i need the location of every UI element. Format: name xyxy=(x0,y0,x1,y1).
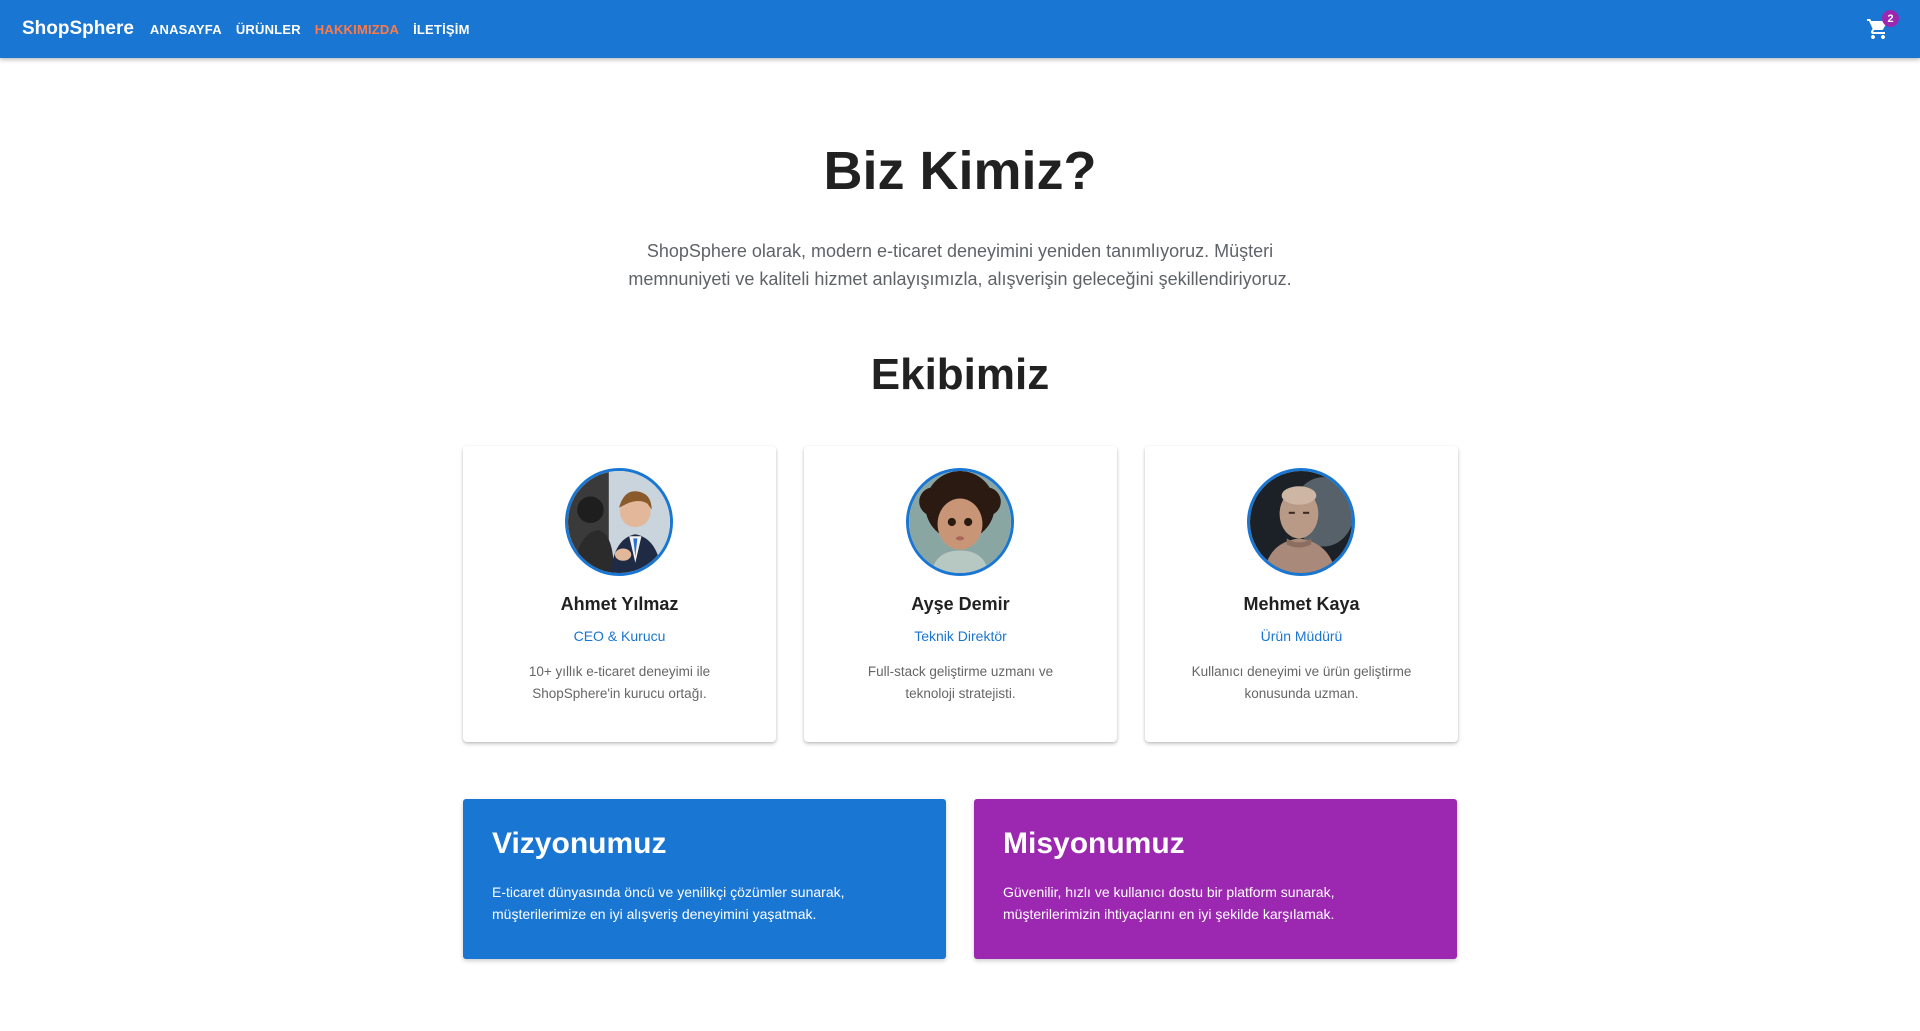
cart-button[interactable]: 2 xyxy=(1866,10,1899,41)
member-name: Ahmet Yılmaz xyxy=(560,594,679,614)
avatar xyxy=(565,468,673,576)
nav-home[interactable]: ANASAYFA xyxy=(150,22,222,37)
avatar xyxy=(1247,468,1355,576)
member-bio: Kullanıcı deneyimi ve ürün geliştirme ko… xyxy=(1191,664,1412,701)
vision-card: Vizyonumuz E-ticaret dünyasında öncü ve … xyxy=(463,799,946,959)
nav-about[interactable]: HAKKIMIZDA xyxy=(315,22,399,37)
member-role: Teknik Direktör xyxy=(914,628,1007,644)
page-description: ShopSphere olarak, modern e-ticaret dene… xyxy=(628,241,1292,289)
vision-title: Vizyonumuz xyxy=(492,827,667,860)
member-name: Ayşe Demir xyxy=(911,594,1010,614)
avatar xyxy=(906,468,1014,576)
brand-logo[interactable]: ShopSphere xyxy=(22,18,134,40)
mission-card: Misyonumuz Güvenilir, hızlı ve kullanıcı… xyxy=(974,799,1457,959)
member-bio: Full-stack geliştirme uzmanı ve teknoloj… xyxy=(867,664,1054,701)
member-role: CEO & Kurucu xyxy=(573,628,666,644)
member-role: Ürün Müdürü xyxy=(1260,628,1343,644)
team-card-ayse: Ayşe Demir Teknik Direktör Full-stack ge… xyxy=(804,446,1117,742)
vision-text: E-ticaret dünyasında öncü ve yenilikçi ç… xyxy=(492,884,845,922)
nav-products[interactable]: ÜRÜNLER xyxy=(236,22,301,37)
member-bio: 10+ yıllık e-ticaret deneyimi ile ShopSp… xyxy=(528,664,711,701)
page-title: Biz Kimiz? xyxy=(823,141,1097,201)
mission-text: Güvenilir, hızlı ve kullanıcı dostu bir … xyxy=(1003,884,1335,922)
cart-count-badge: 2 xyxy=(1882,10,1899,27)
nav-contact[interactable]: İLETİŞİM xyxy=(413,22,470,37)
team-card-ahmet: Ahmet Yılmaz CEO & Kurucu 10+ yıllık e-t… xyxy=(463,446,776,742)
team-card-mehmet: Mehmet Kaya Ürün Müdürü Kullanıcı deneyi… xyxy=(1145,446,1458,742)
member-name: Mehmet Kaya xyxy=(1243,594,1360,614)
mission-title: Misyonumuz xyxy=(1003,827,1185,860)
app-bar: ShopSphere ANASAYFA ÜRÜNLER HAKKIMIZDA İ… xyxy=(0,0,1920,58)
team-section-title: Ekibimiz xyxy=(870,350,1050,399)
